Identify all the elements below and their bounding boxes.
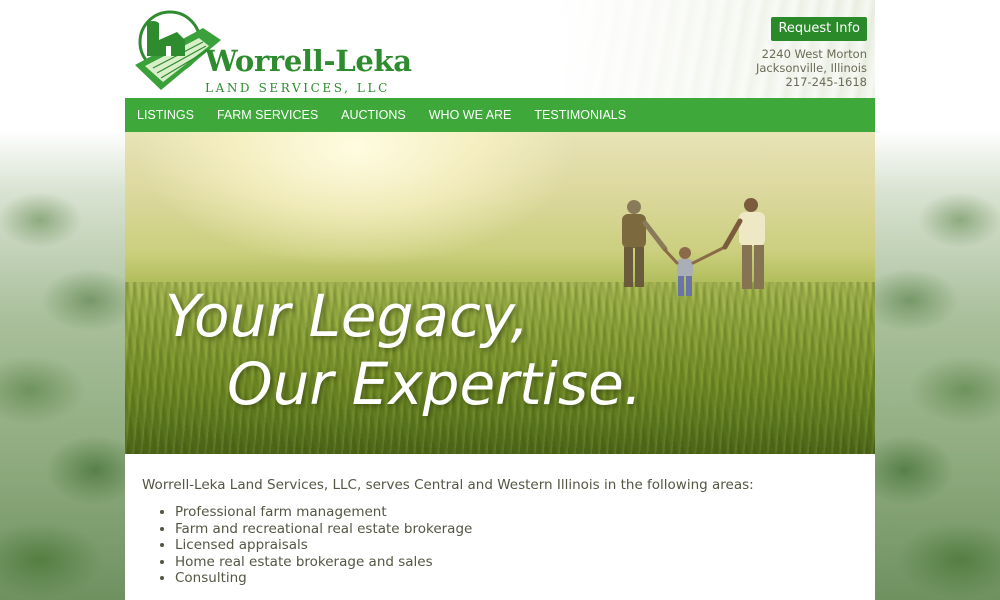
contact-address: 2240 West Morton Jacksonville, Illinois … bbox=[756, 47, 867, 89]
list-item: Home real estate brokerage and sales bbox=[175, 554, 472, 571]
logo-title: Worrell-Leka bbox=[205, 44, 412, 78]
list-item: Consulting bbox=[175, 570, 472, 587]
hero-tagline-line1: Your Legacy, bbox=[165, 282, 530, 350]
address-street: 2240 West Morton bbox=[761, 47, 867, 61]
hero-banner: Your Legacy, Our Expertise. bbox=[125, 132, 875, 454]
nav-auctions[interactable]: AUCTIONS bbox=[341, 108, 406, 122]
main-nav: LISTINGS FARM SERVICES AUCTIONS WHO WE A… bbox=[125, 98, 875, 132]
intro-text: Worrell-Leka Land Services, LLC, serves … bbox=[142, 477, 754, 493]
nav-listings[interactable]: LISTINGS bbox=[137, 108, 194, 122]
logo-subtitle: LAND SERVICES, LLC bbox=[205, 81, 390, 95]
address-city: Jacksonville, Illinois bbox=[755, 61, 867, 75]
list-item: Licensed appraisals bbox=[175, 537, 472, 554]
site-logo[interactable]: Worrell-Leka LAND SERVICES, LLC bbox=[133, 10, 412, 95]
services-list: Professional farm management Farm and re… bbox=[158, 504, 472, 587]
nav-who-we-are[interactable]: WHO WE ARE bbox=[429, 108, 512, 122]
hero-tagline-line2: Our Expertise. bbox=[227, 350, 643, 418]
phone-number[interactable]: 217-245-1618 bbox=[756, 75, 867, 89]
nav-farm-services[interactable]: FARM SERVICES bbox=[217, 108, 318, 122]
site-header: Worrell-Leka LAND SERVICES, LLC Request … bbox=[125, 0, 875, 98]
hero-tagline: Your Legacy, Our Expertise. bbox=[165, 282, 642, 418]
request-info-button[interactable]: Request Info bbox=[771, 17, 867, 41]
main-content: Worrell-Leka Land Services, LLC, serves … bbox=[125, 454, 875, 600]
nav-testimonials[interactable]: TESTIMONIALS bbox=[534, 108, 626, 122]
list-item: Professional farm management bbox=[175, 504, 472, 521]
list-item: Farm and recreational real estate broker… bbox=[175, 521, 472, 538]
page-container: Worrell-Leka LAND SERVICES, LLC Request … bbox=[125, 0, 875, 600]
